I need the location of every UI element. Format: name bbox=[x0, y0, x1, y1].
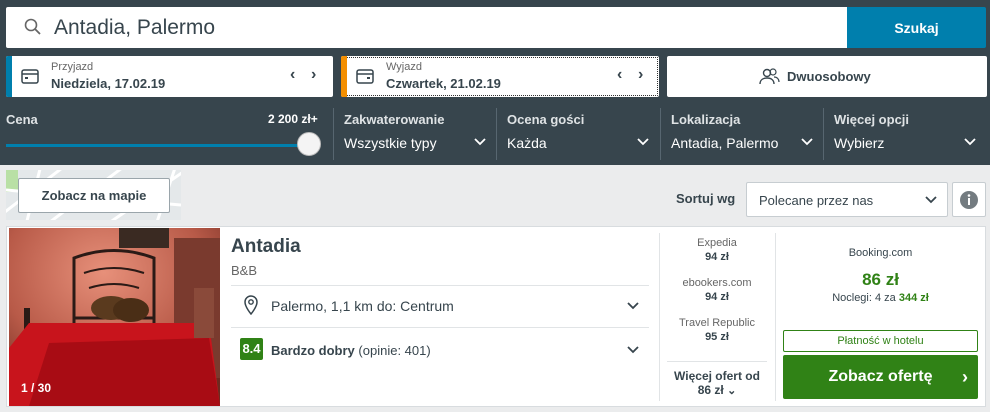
chevron-down-icon bbox=[627, 302, 639, 310]
view-deal-label: Zobacz ofertę bbox=[828, 368, 933, 385]
hotel-photo[interactable]: 1 / 30 bbox=[9, 228, 220, 406]
search-box[interactable] bbox=[6, 7, 847, 48]
divider bbox=[660, 108, 661, 160]
deal-price: 94 zł bbox=[705, 251, 729, 263]
location-filter[interactable]: Lokalizacja Antadia, Palermo bbox=[671, 104, 821, 165]
view-deal-button[interactable]: Zobacz ofertę › bbox=[783, 355, 978, 399]
hotel-card[interactable]: 1 / 30 Antadia B&B Palermo, 1,1 km do: C… bbox=[6, 226, 986, 407]
map-thumbnail[interactable]: Zobacz na mapie bbox=[6, 170, 181, 220]
checkout-date: Czwartek, 21.02.19 bbox=[386, 76, 501, 91]
location-row[interactable]: Palermo, 1,1 km do: Centrum bbox=[231, 289, 649, 323]
hotel-type: B&B bbox=[231, 263, 258, 278]
hotel-name[interactable]: Antadia bbox=[231, 236, 301, 258]
rating-value: Każda bbox=[507, 135, 547, 151]
rating-badge: 8.4 bbox=[240, 338, 263, 360]
price-slider-track[interactable] bbox=[6, 144, 308, 147]
checkout-next-icon[interactable]: › bbox=[638, 66, 643, 84]
total-price: 344 zł bbox=[898, 292, 929, 304]
rating-filter[interactable]: Ocena gości Każda bbox=[507, 104, 657, 165]
more-options-filter[interactable]: Więcej opcji Wybierz bbox=[834, 104, 984, 165]
search-icon bbox=[24, 18, 41, 35]
deal-price: 95 zł bbox=[705, 331, 729, 343]
checkin-label: Przyjazd bbox=[51, 61, 94, 73]
calendar-icon bbox=[21, 69, 39, 84]
guests-label: Dwuosobowy bbox=[787, 69, 871, 84]
rating-label: Ocena gości bbox=[507, 112, 585, 127]
more-deals-label: Więcej ofert od bbox=[674, 369, 760, 383]
info-icon bbox=[960, 191, 978, 209]
location-pin-icon bbox=[244, 295, 258, 315]
divider bbox=[823, 108, 824, 160]
divider bbox=[231, 285, 649, 286]
sort-select[interactable]: Polecane przez nas bbox=[746, 182, 948, 217]
divider bbox=[333, 108, 334, 160]
checkin-prev-icon[interactable]: ‹ bbox=[290, 66, 295, 84]
chevron-down-icon bbox=[801, 138, 813, 146]
accommodation-filter[interactable]: Zakwaterowanie Wszystkie typy bbox=[344, 104, 494, 165]
checkin-next-icon[interactable]: › bbox=[311, 66, 316, 84]
checkout-prev-icon[interactable]: ‹ bbox=[617, 66, 622, 84]
checkin-date: Niedziela, 17.02.19 bbox=[51, 76, 166, 91]
deal-expedia[interactable]: Expedia 94 zł bbox=[659, 237, 775, 263]
chevron-down-icon bbox=[637, 138, 649, 146]
calendar-icon bbox=[356, 69, 374, 84]
deal-site: Expedia bbox=[697, 237, 737, 249]
deal-site: Travel Republic bbox=[678, 317, 755, 329]
deal-travel-republic[interactable]: Travel Republic 95 zł bbox=[659, 317, 775, 343]
chevron-down-icon: ⌄ bbox=[727, 385, 737, 397]
sort-label: Sortuj wg bbox=[676, 191, 736, 206]
price-value: 2 200 zł+ bbox=[268, 112, 318, 126]
more-deals-price: 86 zł bbox=[697, 383, 724, 397]
best-deal-site: Booking.com bbox=[848, 247, 913, 259]
chevron-down-icon bbox=[474, 138, 486, 146]
accommodation-value: Wszystkie typy bbox=[344, 135, 437, 151]
nights-label: Noclegi: 4 za bbox=[832, 292, 896, 304]
search-input[interactable] bbox=[54, 11, 834, 44]
checkin-accent-bar bbox=[6, 56, 12, 97]
more-options-label: Więcej opcji bbox=[834, 112, 910, 127]
location-label: Lokalizacja bbox=[671, 112, 741, 127]
photo-counter: 1 / 30 bbox=[21, 381, 52, 395]
location-value: Antadia, Palermo bbox=[671, 135, 779, 151]
deal-site: ebookers.com bbox=[682, 277, 752, 289]
checkout-accent-bar bbox=[341, 56, 347, 97]
sort-value: Polecane przez nas bbox=[759, 193, 874, 208]
chevron-down-icon bbox=[925, 196, 937, 204]
chevron-down-icon bbox=[964, 138, 976, 146]
price-slider-handle[interactable] bbox=[297, 132, 321, 156]
checkin-field[interactable]: Przyjazd Niedziela, 17.02.19 ‹ › bbox=[6, 56, 333, 97]
best-deal-total: Noclegi: 4 za 344 zł bbox=[776, 292, 985, 304]
hotel-photo-image bbox=[9, 228, 220, 406]
divider bbox=[496, 108, 497, 160]
rating-text-group: Bardzo dobry (opinie: 401) bbox=[271, 343, 431, 358]
more-deals-button[interactable]: Więcej ofert od 86 zł ⌄ bbox=[667, 361, 767, 401]
deal-price: 94 zł bbox=[705, 291, 729, 303]
chevron-right-icon: › bbox=[962, 367, 968, 387]
rating-count: (opinie: 401) bbox=[358, 343, 431, 358]
filter-bar: Cena 2 200 zł+ Zakwaterowanie Wszystkie … bbox=[0, 104, 990, 165]
rating-text: Bardzo dobry bbox=[271, 343, 355, 358]
more-deals-line: 86 zł ⌄ bbox=[667, 383, 767, 397]
rating-row[interactable]: 8.4 Bardzo dobry (opinie: 401) bbox=[231, 333, 649, 367]
checkout-field[interactable]: Wyjazd Czwartek, 21.02.19 ‹ › bbox=[341, 56, 659, 97]
pay-at-hotel-badge: Płatność w hotelu bbox=[783, 330, 978, 352]
deal-ebookers[interactable]: ebookers.com 94 zł bbox=[659, 277, 775, 303]
view-on-map-button[interactable]: Zobacz na mapie bbox=[18, 178, 170, 213]
header-panel: Szukaj Przyjazd Niedziela, 17.02.19 ‹ › … bbox=[0, 0, 990, 165]
more-options-value: Wybierz bbox=[834, 135, 885, 151]
divider bbox=[231, 327, 649, 328]
checkout-label: Wyjazd bbox=[386, 61, 422, 73]
guests-selector[interactable]: Dwuosobowy bbox=[667, 56, 987, 97]
chevron-down-icon bbox=[627, 346, 639, 354]
accommodation-label: Zakwaterowanie bbox=[344, 112, 445, 127]
price-label: Cena bbox=[6, 112, 38, 127]
best-deal-price: 86 zł bbox=[862, 270, 899, 289]
users-icon bbox=[759, 68, 780, 85]
location-text: Palermo, 1,1 km do: Centrum bbox=[271, 298, 454, 314]
search-button[interactable]: Szukaj bbox=[847, 7, 986, 48]
info-button[interactable] bbox=[952, 182, 986, 217]
